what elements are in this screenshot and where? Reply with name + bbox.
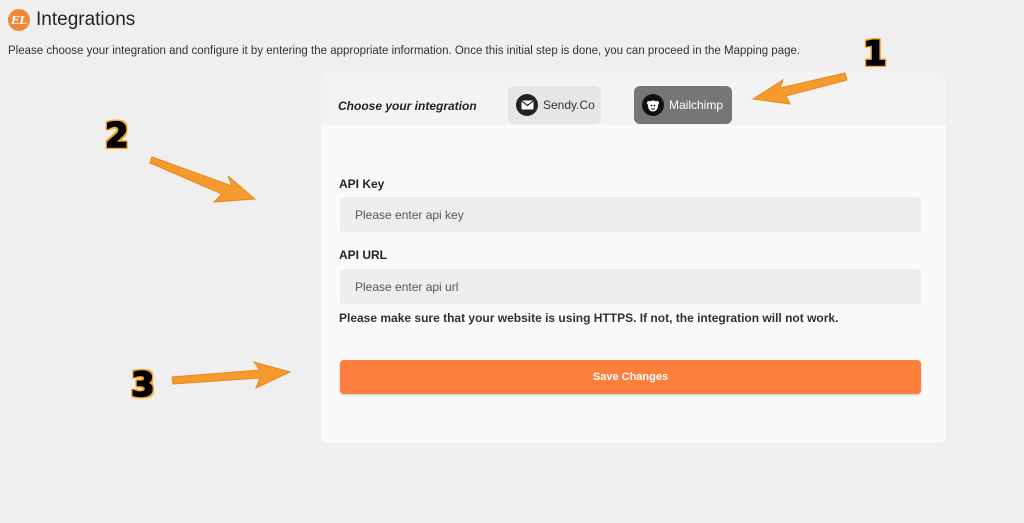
annotation-arrow-2: [149, 156, 257, 203]
annotation-arrow-3: [171, 361, 292, 389]
annotation-arrows: [149, 72, 848, 389]
annotation-arrow-1: [751, 72, 848, 105]
